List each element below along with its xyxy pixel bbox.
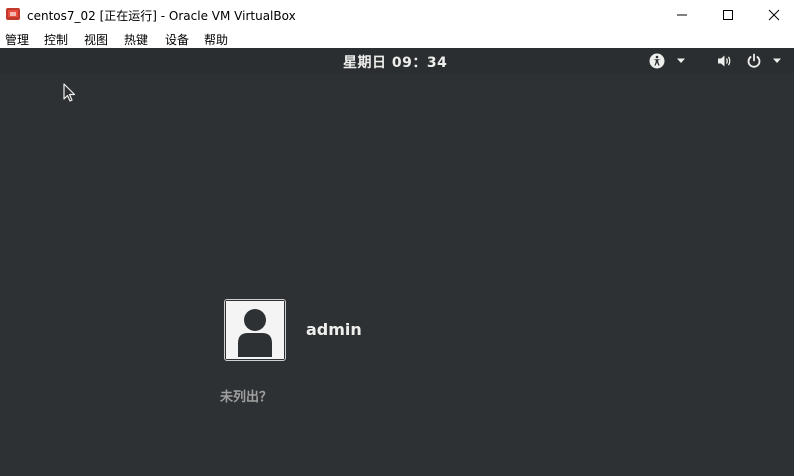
chevron-down-icon[interactable] [676, 58, 686, 64]
menu-manage[interactable]: 管理 [5, 31, 29, 48]
user-icon [238, 309, 272, 357]
mouse-cursor-icon [63, 83, 76, 102]
vm-display[interactable]: 星期日 09：34 admin 未列出？ [0, 48, 794, 476]
menu-view[interactable]: 视图 [84, 31, 108, 48]
close-button[interactable] [751, 0, 794, 30]
clock[interactable]: 星期日 09：34 [343, 52, 447, 72]
gnome-top-bar: 星期日 09：34 [0, 48, 794, 74]
user-name[interactable]: admin [306, 320, 362, 339]
maximize-button[interactable] [705, 0, 751, 30]
user-avatar[interactable] [224, 299, 286, 361]
window-title: centos7_02 [正在运行] - Oracle VM VirtualBox [27, 9, 296, 23]
volume-icon[interactable] [717, 54, 733, 68]
accessibility-icon[interactable] [649, 53, 665, 69]
menu-devices[interactable]: 设备 [165, 31, 189, 48]
menu-hotkeys[interactable]: 热键 [124, 31, 148, 48]
minimize-icon [677, 14, 687, 16]
chevron-down-icon[interactable] [772, 58, 782, 64]
virtualbox-icon [6, 8, 20, 20]
menu-help[interactable]: 帮助 [204, 31, 228, 48]
minimize-button[interactable] [659, 0, 705, 30]
not-listed-link[interactable]: 未列出？ [220, 386, 272, 405]
window-titlebar[interactable]: centos7_02 [正在运行] - Oracle VM VirtualBox [0, 0, 794, 30]
menu-bar: 管理 控制 视图 热键 设备 帮助 [0, 30, 794, 48]
menu-control[interactable]: 控制 [44, 31, 68, 48]
power-icon[interactable] [746, 53, 762, 69]
close-icon [768, 9, 780, 21]
maximize-icon [723, 10, 733, 20]
